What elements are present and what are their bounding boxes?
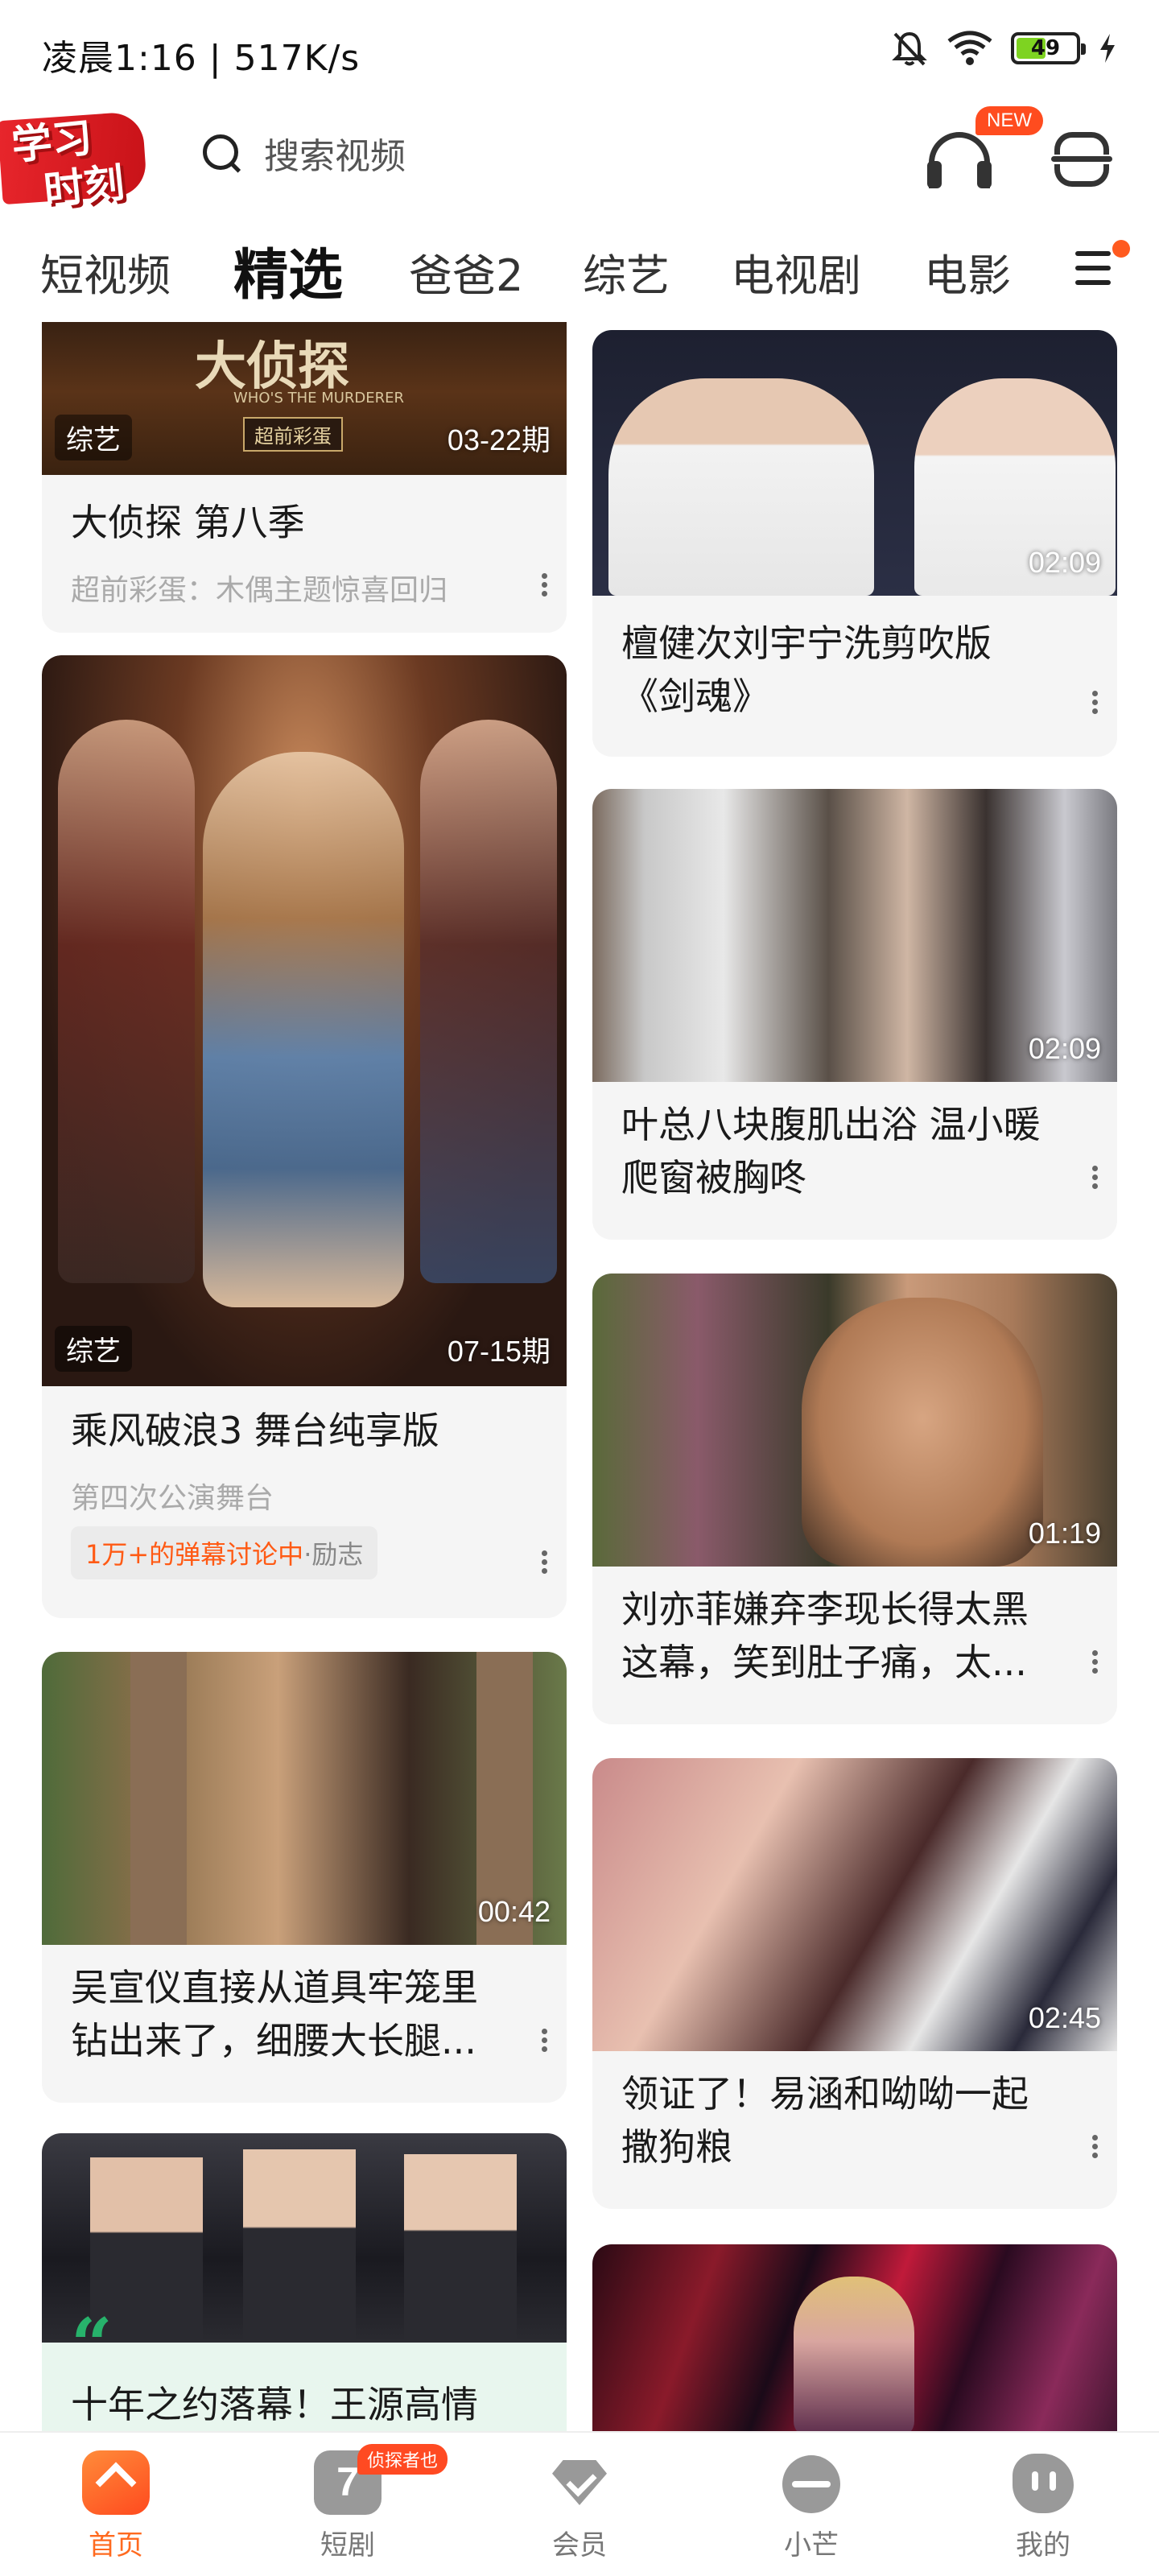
video-subtitle: 超前彩蛋：木偶主题惊喜回归 (71, 574, 448, 607)
search-icon (201, 133, 241, 173)
video-title: 十年之约落幕！王源高情 (71, 2383, 478, 2426)
logo-text-line2: 时刻 (41, 158, 127, 215)
search-bar[interactable]: 搜索视频 (201, 127, 406, 179)
nav-short-drama[interactable]: 侦探者也 短剧 (283, 2444, 448, 2562)
episode-date: 03-22期 (447, 423, 551, 456)
scan-icon[interactable] (1051, 129, 1112, 190)
status-icons: 49 (890, 29, 1117, 68)
nav-short-drama-label: 短剧 (320, 2529, 375, 2562)
tab-tv-series[interactable]: 电视剧 (731, 240, 861, 303)
status-time-speed: 凌晨1:16 | 517K/s (42, 38, 361, 79)
video-thumbnail (42, 2133, 567, 2343)
mango-icon (777, 2450, 845, 2515)
video-card[interactable]: 00:42 吴宣仪直接从道具牢笼里钻出来了，细腰大长腿... (42, 1652, 567, 2103)
video-thumbnail (592, 2244, 1117, 2431)
nav-profile-label: 我的 (1016, 2529, 1070, 2562)
nav-mango[interactable]: 小芒 (747, 2450, 876, 2562)
tab-movie[interactable]: 电影 (924, 240, 1011, 303)
battery-level: 49 (1030, 36, 1061, 60)
short-drama-badge: 侦探者也 (357, 2444, 448, 2475)
home-icon (82, 2450, 150, 2515)
video-thumbnail: 综艺 07-15期 (42, 655, 567, 1386)
video-title: 刘亦菲嫌弃李现长得太黑这幕，笑到肚子痛，太... (621, 1587, 1029, 1684)
video-feed[interactable]: 大侦探 WHO'S THE MURDERER 超前彩蛋 综艺 03-22期 大侦… (0, 322, 1159, 2431)
episode-date: 07-15期 (447, 1335, 551, 1368)
video-card[interactable] (592, 2244, 1117, 2431)
thumbnail-caption-art: 超前彩蛋 (243, 417, 343, 452)
category-tag: 综艺 (55, 1326, 132, 1372)
bell-muted-icon (892, 31, 927, 66)
nav-mango-label: 小芒 (784, 2529, 839, 2562)
more-options-icon[interactable] (536, 570, 552, 605)
tab-short-video[interactable]: 短视频 (40, 240, 171, 303)
channel-tabs: 短视频 精选 爸爸2 综艺 电视剧 电影 (0, 217, 1159, 322)
video-subtitle: 第四次公演舞台 (71, 1482, 274, 1515)
video-thumbnail: 大侦探 WHO'S THE MURDERER 超前彩蛋 综艺 03-22期 (42, 322, 567, 475)
tab-baba2[interactable]: 爸爸2 (409, 240, 523, 303)
profile-icon (1009, 2450, 1077, 2515)
new-badge: NEW (975, 106, 1043, 135)
channel-menu-icon[interactable] (1075, 240, 1130, 290)
headphone-icon[interactable] (926, 129, 993, 193)
video-card[interactable]: “ 十年之约落幕！王源高情 (42, 2133, 567, 2431)
video-thumbnail: 02:09 (592, 330, 1117, 596)
status-bar: 凌晨1:16 | 517K/s 49 (0, 0, 1159, 97)
video-title: 檀健次刘宇宁洗剪吹版《剑魂》 (621, 621, 992, 718)
video-duration: 02:09 (1028, 546, 1101, 579)
video-thumbnail: 02:09 (592, 789, 1117, 1082)
vip-icon (546, 2450, 613, 2515)
more-options-icon[interactable] (1087, 687, 1103, 723)
more-options-icon[interactable] (1087, 1647, 1103, 1682)
app-logo[interactable]: 学习 时刻 (0, 108, 148, 214)
video-duration: 00:42 (477, 1895, 551, 1928)
nav-home[interactable]: 首页 (52, 2450, 180, 2562)
danmaku-count: 1万+的弹幕讨论中 (85, 1539, 304, 1570)
nav-vip-label: 会员 (552, 2529, 607, 2562)
nav-home-label: 首页 (89, 2529, 143, 2562)
video-card[interactable]: 02:09 檀健次刘宇宁洗剪吹版《剑魂》 (592, 330, 1117, 757)
thumbnail-title-art: 大侦探 (195, 336, 349, 397)
more-options-icon[interactable] (536, 2025, 552, 2061)
wifi-icon (947, 31, 992, 65)
battery-icon: 49 (1011, 32, 1086, 64)
video-title: 乘风破浪3 舞台纯享版 (71, 1409, 439, 1452)
video-card[interactable]: 大侦探 WHO'S THE MURDERER 超前彩蛋 综艺 03-22期 大侦… (42, 322, 567, 633)
nav-vip[interactable]: 会员 (515, 2450, 644, 2562)
danmaku-label: ·励志 (303, 1539, 364, 1570)
thumbnail-subtitle-art: WHO'S THE MURDERER (233, 390, 405, 407)
charging-icon (1100, 34, 1115, 63)
more-options-icon[interactable] (536, 1547, 552, 1583)
category-tag: 综艺 (55, 415, 132, 460)
nav-profile[interactable]: 我的 (979, 2450, 1107, 2562)
more-options-icon[interactable] (1087, 1162, 1103, 1198)
video-title: 领证了！易涵和呦呦一起撒狗粮 (621, 2072, 1029, 2169)
video-title: 大侦探 第八季 (71, 501, 305, 544)
top-header: 学习 时刻 搜索视频 NEW (0, 97, 1159, 217)
video-card[interactable]: 02:45 领证了！易涵和呦呦一起撒狗粮 (592, 1758, 1117, 2209)
video-card[interactable]: 02:09 叶总八块腹肌出浴 温小暖爬窗被胸咚 (592, 789, 1117, 1240)
tab-variety[interactable]: 综艺 (583, 240, 670, 303)
bottom-navigation: 首页 侦探者也 短剧 会员 小芒 我的 (0, 2431, 1159, 2576)
menu-notification-dot (1112, 240, 1130, 258)
search-placeholder: 搜索视频 (264, 136, 406, 177)
tab-featured[interactable]: 精选 (233, 230, 343, 310)
video-title: 叶总八块腹肌出浴 温小暖爬窗被胸咚 (621, 1103, 1041, 1199)
video-duration: 02:45 (1028, 2001, 1101, 2034)
video-duration: 02:09 (1028, 1032, 1101, 1065)
more-options-icon[interactable] (1087, 2132, 1103, 2167)
video-thumbnail: 00:42 (42, 1652, 567, 1945)
video-title: 吴宣仪直接从道具牢笼里钻出来了，细腰大长腿... (71, 1966, 478, 2062)
danmaku-pill[interactable]: 1万+的弹幕讨论中·励志 (71, 1526, 378, 1579)
video-thumbnail: 02:45 (592, 1758, 1117, 2051)
video-card[interactable]: 01:19 刘亦菲嫌弃李现长得太黑这幕，笑到肚子痛，太... (592, 1274, 1117, 1724)
quote-mark: “ (71, 2302, 113, 2388)
video-duration: 01:19 (1028, 1517, 1101, 1550)
video-thumbnail: 01:19 (592, 1274, 1117, 1567)
